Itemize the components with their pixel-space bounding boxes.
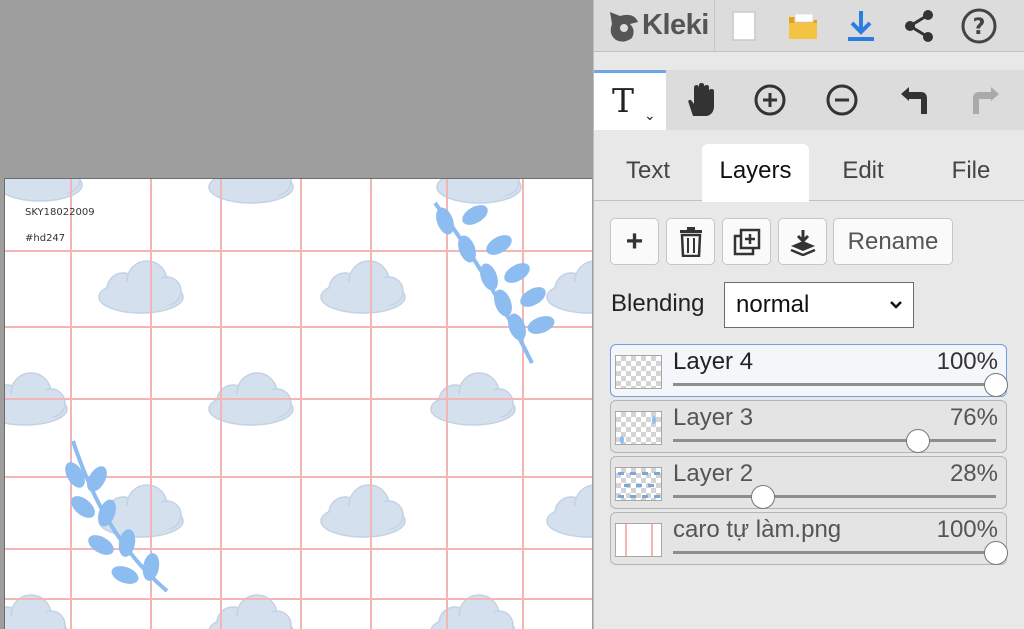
share-button[interactable] bbox=[890, 0, 948, 52]
tab-layers[interactable]: Layers bbox=[702, 144, 809, 202]
new-page-icon bbox=[732, 10, 756, 41]
kleki-logo[interactable]: Kleki bbox=[594, 0, 715, 52]
kleki-logo-icon bbox=[610, 11, 638, 42]
share-icon bbox=[905, 9, 933, 42]
top-bar: Kleki ? bbox=[594, 0, 1024, 52]
canvas-area[interactable]: SKY18022009 #hd247 bbox=[0, 0, 593, 629]
undo-icon bbox=[901, 87, 927, 114]
add-layer-button[interactable]: + bbox=[610, 218, 659, 265]
opacity-slider-track[interactable] bbox=[673, 551, 996, 554]
canvas-text-1: SKY18022009 bbox=[25, 207, 95, 218]
trash-icon bbox=[679, 226, 702, 257]
folder-icon bbox=[788, 13, 817, 39]
zoom-in-icon bbox=[754, 84, 786, 116]
layer-thumbnail bbox=[615, 411, 662, 445]
app-name: Kleki bbox=[642, 9, 709, 41]
layer-name: Layer 4 bbox=[673, 348, 754, 375]
layer-item[interactable]: Layer 3 76% bbox=[610, 400, 1007, 453]
opacity-slider-track[interactable] bbox=[673, 383, 996, 386]
hand-icon bbox=[688, 83, 714, 116]
side-panel: Kleki ? T ⌄ Text Layers Edit File + Rena… bbox=[593, 0, 1024, 629]
layer-name: Layer 3 bbox=[673, 404, 754, 431]
branch-top bbox=[433, 201, 555, 364]
drawing-canvas[interactable]: SKY18022009 #hd247 bbox=[4, 178, 592, 629]
layer-opacity: 100% bbox=[936, 348, 998, 375]
blending-mode-select[interactable]: normal bbox=[724, 282, 914, 328]
opacity-slider-handle[interactable] bbox=[984, 373, 1008, 397]
layer-item[interactable]: Layer 4 100% bbox=[610, 344, 1008, 397]
layer-name: Layer 2 bbox=[673, 460, 754, 487]
merge-down-icon bbox=[790, 229, 815, 256]
help-icon: ? bbox=[961, 8, 997, 43]
help-button[interactable]: ? bbox=[948, 0, 1010, 52]
chevron-down-icon[interactable]: ⌄ bbox=[644, 107, 656, 124]
zoom-out-icon bbox=[826, 84, 858, 116]
layer-name: caro tự làm.png bbox=[673, 516, 842, 543]
blending-mode-value: normal bbox=[736, 291, 810, 318]
blending-label: Blending bbox=[611, 290, 705, 317]
text-tool-icon: T bbox=[612, 81, 635, 120]
opacity-slider-handle[interactable] bbox=[906, 429, 931, 453]
open-file-button[interactable] bbox=[773, 0, 832, 52]
canvas-text-2: #hd247 bbox=[25, 233, 66, 244]
layer-thumbnail bbox=[615, 355, 662, 389]
opacity-slider-handle[interactable] bbox=[751, 485, 776, 509]
duplicate-icon bbox=[733, 228, 760, 255]
hand-tool-button[interactable] bbox=[666, 70, 734, 130]
tool-bar: T ⌄ bbox=[594, 70, 1024, 130]
layer-opacity: 76% bbox=[949, 404, 998, 431]
redo-icon bbox=[973, 87, 999, 114]
panel-tabs: Text Layers Edit File bbox=[594, 144, 1024, 202]
canvas-artwork bbox=[5, 179, 592, 629]
text-tool-button[interactable]: T ⌄ bbox=[594, 70, 666, 130]
opacity-slider-track[interactable] bbox=[673, 495, 996, 498]
tab-file[interactable]: File bbox=[917, 144, 1024, 201]
svg-text:?: ? bbox=[973, 15, 986, 40]
layer-thumbnail bbox=[615, 523, 662, 557]
layer-thumbnail bbox=[615, 467, 662, 501]
tab-text[interactable]: Text bbox=[594, 144, 702, 201]
layer-item[interactable]: caro tự làm.png 100% bbox=[610, 512, 1008, 565]
undo-button[interactable] bbox=[878, 70, 950, 130]
duplicate-layer-button[interactable] bbox=[722, 218, 771, 265]
layer-opacity: 28% bbox=[949, 460, 998, 487]
zoom-in-button[interactable] bbox=[734, 70, 806, 130]
download-button[interactable] bbox=[832, 0, 890, 52]
delete-layer-button[interactable] bbox=[666, 218, 715, 265]
download-icon bbox=[848, 10, 874, 41]
redo-button[interactable] bbox=[950, 70, 1022, 130]
merge-layer-button[interactable] bbox=[778, 218, 827, 265]
tab-edit[interactable]: Edit bbox=[809, 144, 917, 201]
zoom-out-button[interactable] bbox=[806, 70, 878, 130]
chevron-down-icon bbox=[889, 283, 903, 342]
opacity-slider-handle[interactable] bbox=[984, 541, 1008, 565]
rename-layer-button[interactable]: Rename bbox=[833, 218, 953, 265]
opacity-slider-track[interactable] bbox=[673, 439, 996, 442]
layer-item[interactable]: Layer 2 28% bbox=[610, 456, 1007, 509]
plus-icon: + bbox=[625, 224, 644, 258]
new-image-button[interactable] bbox=[715, 0, 773, 52]
layer-opacity: 100% bbox=[936, 516, 998, 543]
